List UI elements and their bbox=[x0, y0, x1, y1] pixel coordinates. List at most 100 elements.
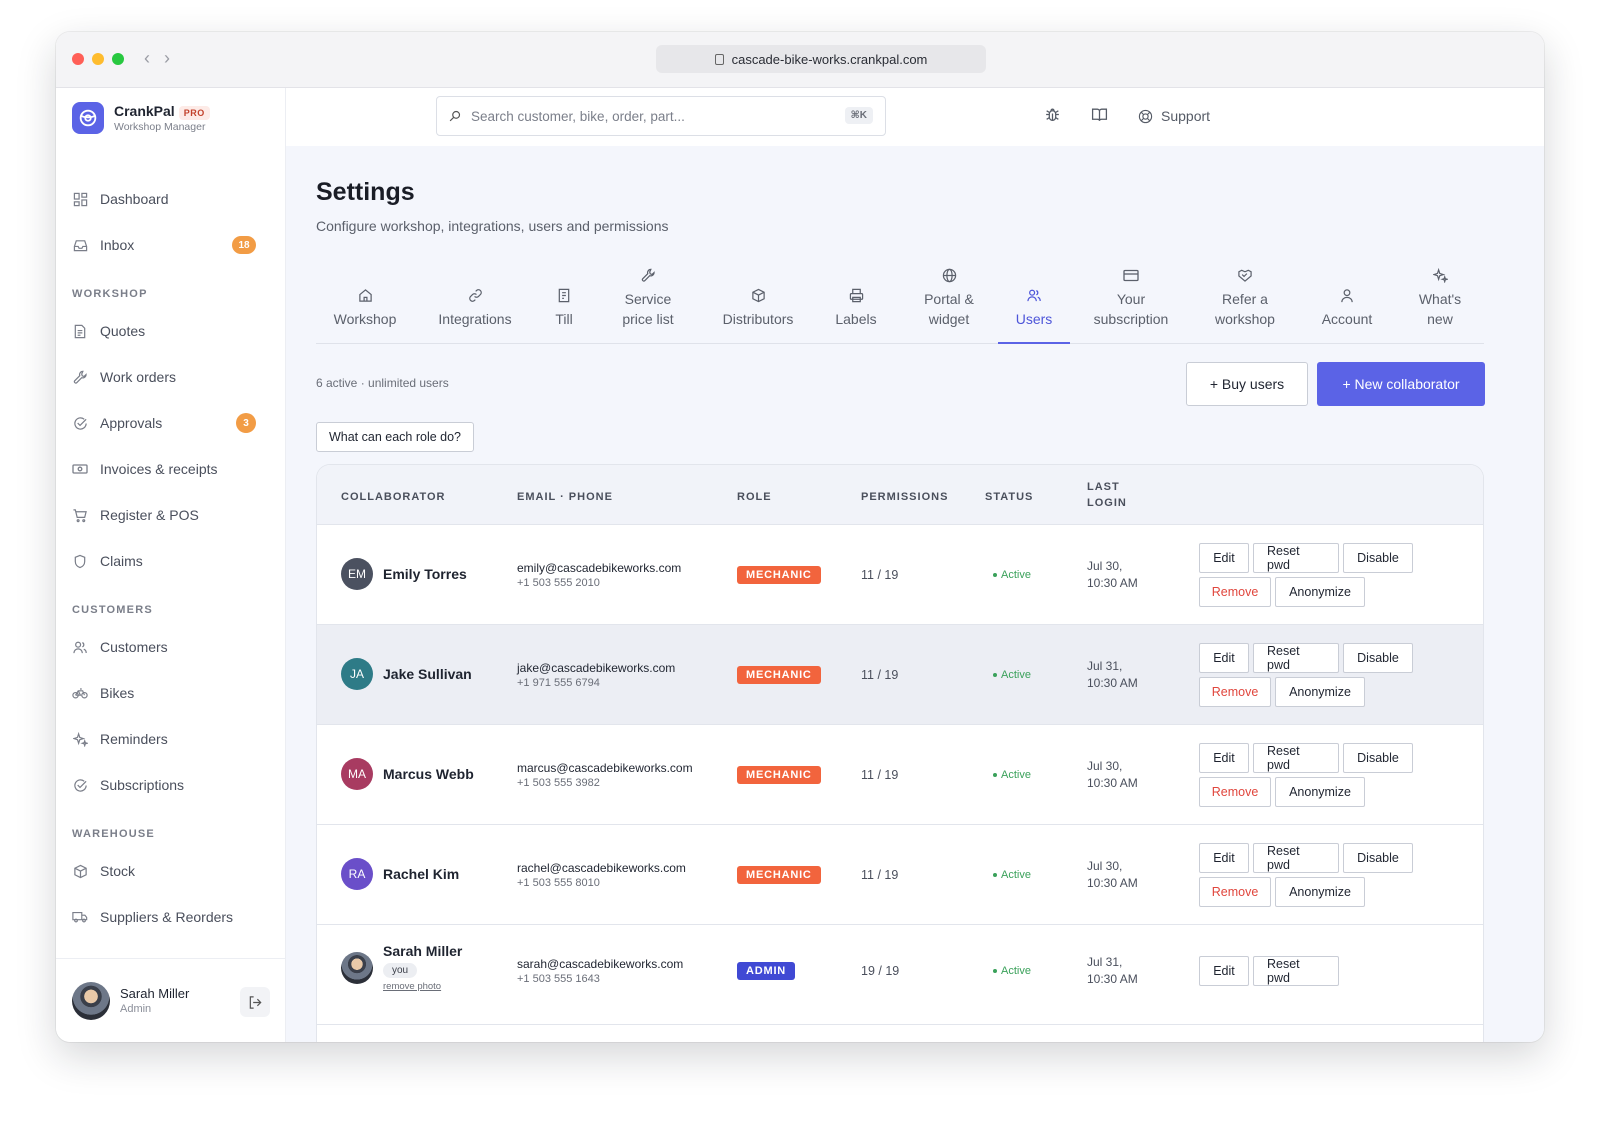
disable-button[interactable]: Disable bbox=[1343, 543, 1413, 573]
sidebar-item-suppliers[interactable]: Suppliers & Reorders bbox=[56, 894, 286, 940]
tab-workshop[interactable]: Workshop bbox=[316, 260, 414, 343]
sparkle-icon bbox=[1432, 265, 1448, 285]
column-header-permissions: PERMISSIONS bbox=[861, 491, 949, 503]
sidebar: CrankPal PRO Workshop Manager Dashboard I… bbox=[56, 88, 286, 1042]
tab-till[interactable]: Till bbox=[536, 260, 592, 343]
sidebar-item-dashboard[interactable]: Dashboard bbox=[56, 176, 286, 222]
tab-account[interactable]: Account bbox=[1298, 260, 1396, 343]
sidebar-item-approvals[interactable]: Approvals 3 bbox=[56, 400, 286, 446]
disable-button[interactable]: Disable bbox=[1343, 843, 1413, 873]
home-icon bbox=[358, 285, 373, 305]
column-header-role: ROLE bbox=[737, 491, 772, 503]
tab-users[interactable]: Users bbox=[998, 260, 1070, 344]
permissions-count: 11 / 19 bbox=[861, 768, 899, 782]
tab-service-price-list[interactable]: Service price list bbox=[592, 260, 704, 343]
collaborator-name: Rachel Kim bbox=[383, 866, 460, 882]
remove-button[interactable]: Remove bbox=[1199, 677, 1271, 707]
buy-users-button[interactable]: + Buy users bbox=[1186, 362, 1308, 406]
tab-label: Your subscription bbox=[1093, 291, 1169, 327]
role-help-button[interactable]: What can each role do? bbox=[316, 422, 474, 452]
reset-password-button[interactable]: Reset pwd bbox=[1253, 843, 1339, 873]
grid-icon bbox=[72, 191, 88, 207]
close-window-button[interactable] bbox=[72, 53, 84, 65]
edit-button[interactable]: Edit bbox=[1199, 643, 1249, 673]
sidebar-item-bikes[interactable]: Bikes bbox=[56, 670, 286, 716]
main-content: Settings Configure workshop, integration… bbox=[286, 146, 1544, 1042]
tab-your-subscription[interactable]: Your subscription bbox=[1070, 260, 1192, 343]
sidebar-item-invoices[interactable]: Invoices & receipts bbox=[56, 446, 286, 492]
logout-button[interactable] bbox=[240, 987, 270, 1017]
edit-button[interactable]: Edit bbox=[1199, 956, 1249, 986]
tab-distributors[interactable]: Distributors bbox=[704, 260, 812, 343]
disable-button[interactable]: Disable bbox=[1343, 743, 1413, 773]
edit-button[interactable]: Edit bbox=[1199, 743, 1249, 773]
shield-icon bbox=[72, 553, 88, 569]
edit-button[interactable]: Edit bbox=[1199, 843, 1249, 873]
box-icon bbox=[72, 863, 88, 879]
role-badge: MECHANIC bbox=[737, 666, 821, 684]
search-input[interactable]: Search customer, bike, order, part... ⌘K bbox=[436, 96, 886, 136]
collaborator-email: marcus@cascadebikeworks.com bbox=[517, 761, 693, 775]
status-badge: Active bbox=[1001, 869, 1031, 881]
reset-password-button[interactable]: Reset pwd bbox=[1253, 956, 1339, 986]
tab-integrations[interactable]: Integrations bbox=[414, 260, 536, 343]
anonymize-button[interactable]: Anonymize bbox=[1275, 577, 1365, 607]
last-login: Jul 31, 10:30 AM bbox=[1087, 659, 1138, 690]
anonymize-button[interactable]: Anonymize bbox=[1275, 777, 1365, 807]
cash-icon bbox=[72, 461, 88, 477]
users-icon bbox=[72, 639, 88, 655]
tab-label: What's new bbox=[1418, 291, 1462, 327]
new-collaborator-button[interactable]: + New collaborator bbox=[1317, 362, 1485, 406]
sidebar-item-reminders[interactable]: Reminders bbox=[56, 716, 286, 762]
edit-button[interactable]: Edit bbox=[1199, 543, 1249, 573]
forward-arrow-icon[interactable]: › bbox=[164, 48, 170, 69]
sidebar-item-quotes[interactable]: Quotes bbox=[56, 308, 286, 354]
disable-button[interactable]: Disable bbox=[1343, 643, 1413, 673]
remove-button[interactable]: Remove bbox=[1199, 777, 1271, 807]
sidebar-item-label: Stock bbox=[100, 863, 136, 879]
tab-labels[interactable]: Labels bbox=[812, 260, 900, 343]
anonymize-button[interactable]: Anonymize bbox=[1275, 877, 1365, 907]
collaborator-email: emily@cascadebikeworks.com bbox=[517, 561, 682, 575]
anonymize-button[interactable]: Anonymize bbox=[1275, 677, 1365, 707]
avatar bbox=[72, 981, 110, 1020]
minimize-window-button[interactable] bbox=[92, 53, 104, 65]
sidebar-item-customers[interactable]: Customers bbox=[56, 624, 286, 670]
sidebar-item-stock[interactable]: Stock bbox=[56, 848, 286, 894]
status-badge: Active bbox=[1001, 669, 1031, 681]
reset-password-button[interactable]: Reset pwd bbox=[1253, 743, 1339, 773]
sidebar-item-label: Subscriptions bbox=[100, 777, 185, 793]
reset-password-button[interactable]: Reset pwd bbox=[1253, 543, 1339, 573]
column-header-email-phone: EMAIL · PHONE bbox=[517, 491, 613, 503]
reset-password-button[interactable]: Reset pwd bbox=[1253, 643, 1339, 673]
collaborator-name: Jake Sullivan bbox=[383, 666, 472, 682]
tab-whats-new[interactable]: What's new bbox=[1396, 260, 1484, 343]
receipt-icon bbox=[557, 285, 571, 305]
brand[interactable]: CrankPal PRO Workshop Manager bbox=[72, 102, 210, 134]
profile-footer[interactable]: Sarah Miller Admin bbox=[56, 958, 286, 1042]
box-icon bbox=[751, 285, 766, 305]
status-dot-icon bbox=[993, 673, 997, 677]
sidebar-item-claims[interactable]: Claims bbox=[56, 538, 286, 584]
tab-label: Portal & widget bbox=[924, 291, 974, 327]
sidebar-item-work-orders[interactable]: Work orders bbox=[56, 354, 286, 400]
remove-photo-link[interactable]: remove photo bbox=[383, 981, 462, 992]
tab-label: Account bbox=[1321, 311, 1373, 327]
maximize-window-button[interactable] bbox=[112, 53, 124, 65]
tab-label: Refer a workshop bbox=[1215, 291, 1275, 327]
tab-portal-widget[interactable]: Portal & widget bbox=[900, 260, 998, 343]
bug-icon[interactable] bbox=[1044, 106, 1061, 126]
collaborator-phone: +1 503 555 1643 bbox=[517, 973, 600, 985]
remove-button[interactable]: Remove bbox=[1199, 877, 1271, 907]
sidebar-item-subscriptions[interactable]: Subscriptions bbox=[56, 762, 286, 808]
address-bar[interactable]: cascade-bike-works.crankpal.com bbox=[656, 45, 986, 73]
support-button[interactable]: Support bbox=[1138, 108, 1210, 124]
tab-refer-a-workshop[interactable]: Refer a workshop bbox=[1192, 260, 1298, 343]
book-icon[interactable] bbox=[1091, 106, 1108, 126]
sidebar-item-inbox[interactable]: Inbox 18 bbox=[56, 222, 286, 268]
back-arrow-icon[interactable]: ‹ bbox=[144, 48, 150, 69]
collaborator-phone: +1 503 555 3982 bbox=[517, 777, 600, 789]
remove-button[interactable]: Remove bbox=[1199, 577, 1271, 607]
sidebar-item-register-pos[interactable]: Register & POS bbox=[56, 492, 286, 538]
pro-badge: PRO bbox=[178, 106, 210, 120]
